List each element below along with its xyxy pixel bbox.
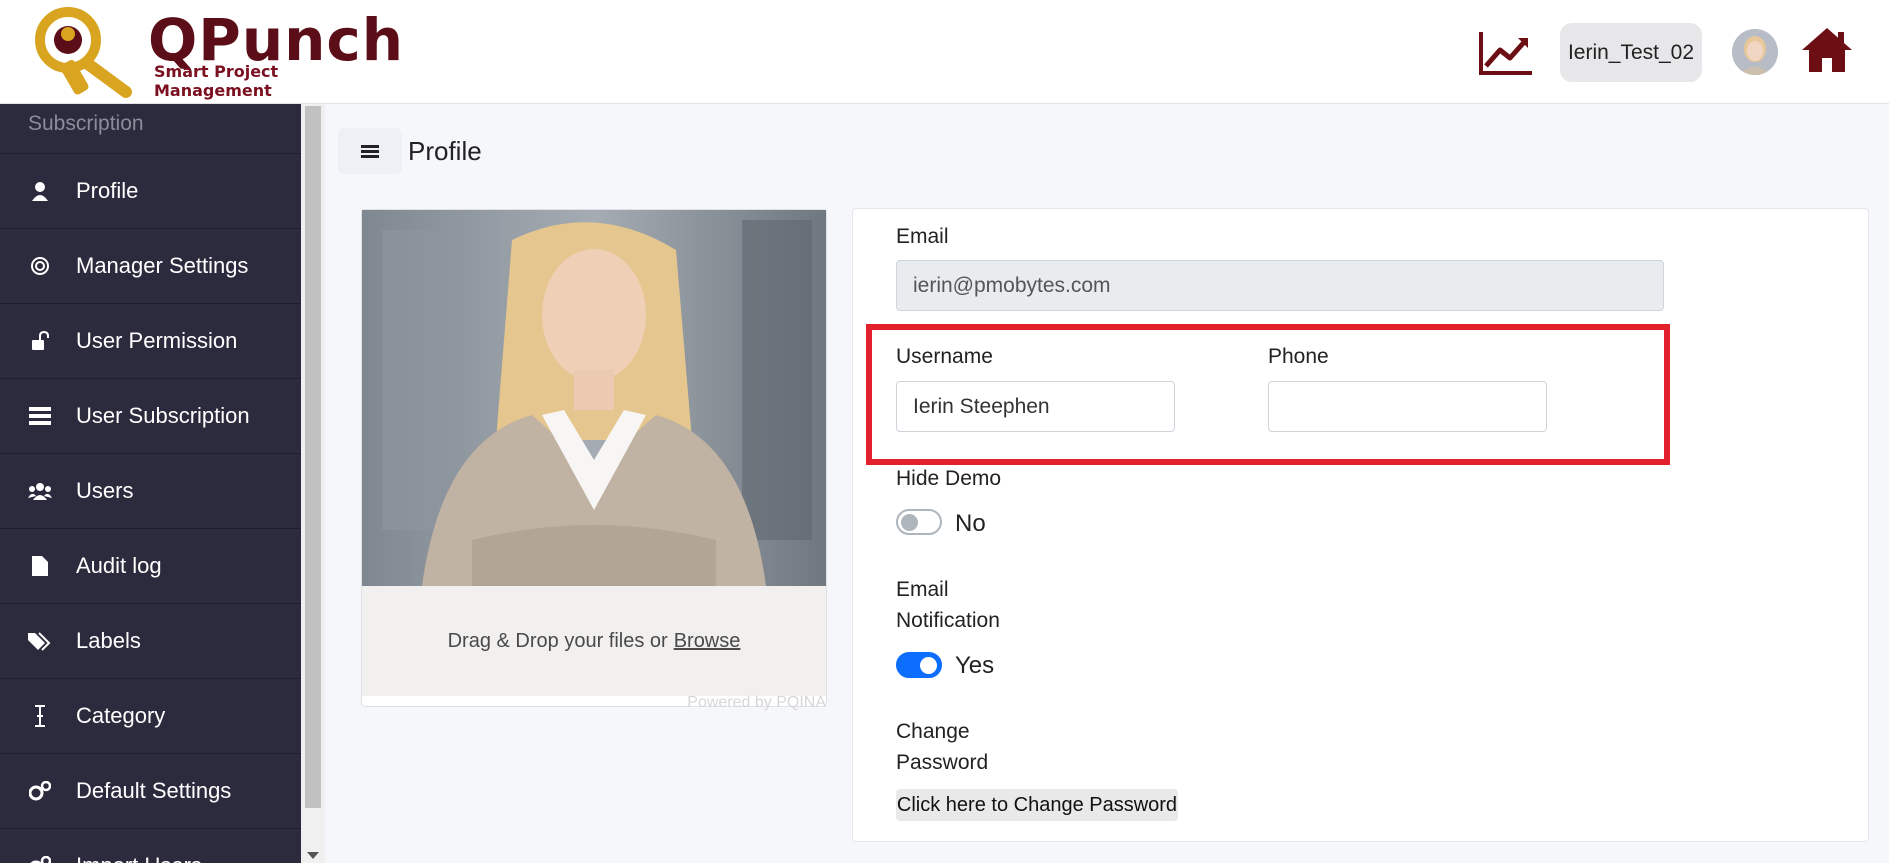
- sidebar-item-manager-settings[interactable]: Manager Settings: [0, 228, 301, 303]
- sidebar-item-label: Default Settings: [76, 778, 232, 803]
- sidebar-item-label: User Permission: [76, 328, 238, 353]
- file-icon: [28, 554, 52, 578]
- drop-zone-text: Drag & Drop your files or: [447, 629, 668, 652]
- phone-label: Phone: [1268, 345, 1329, 368]
- unlock-icon: [28, 329, 52, 353]
- hamburger-icon: [361, 143, 379, 160]
- sidebar-item-label: Profile: [76, 178, 139, 203]
- profile-photo: [362, 210, 826, 586]
- hide-demo-label: Hide Demo: [896, 467, 1002, 490]
- email-notification-state: Yes: [955, 652, 995, 679]
- sidebar-item-label: Import Users: [76, 853, 202, 863]
- sidebar-item-profile[interactable]: Profile: [0, 153, 301, 228]
- sidebar: Subscription Profile Manager Settings Us…: [0, 104, 301, 863]
- avatar-image: [1732, 29, 1778, 75]
- username-label: Username: [896, 345, 993, 368]
- user-chip[interactable]: Ierin_Test_02: [1560, 23, 1702, 82]
- sidebar-item-users[interactable]: Users: [0, 453, 301, 528]
- sidebar-item-category[interactable]: Category: [0, 678, 301, 753]
- swirl-icon: [28, 254, 52, 278]
- sidebar-item-audit-log[interactable]: Audit log: [0, 528, 301, 603]
- sidebar-scrollbar[interactable]: [301, 104, 325, 863]
- sidebar-item-label: User Subscription: [76, 403, 250, 428]
- sidebar-item-user-subscription[interactable]: User Subscription: [0, 378, 301, 453]
- sidebar-item-labels[interactable]: Labels: [0, 603, 301, 678]
- avatar[interactable]: [1732, 29, 1778, 75]
- gears-icon: [28, 854, 52, 863]
- hide-demo-state: No: [955, 510, 986, 537]
- email-notification-label-line1: Email: [896, 578, 949, 601]
- phone-field[interactable]: [1268, 381, 1547, 432]
- change-password-label-line1: Change: [896, 720, 970, 743]
- change-password-button[interactable]: Click here to Change Password: [896, 789, 1178, 821]
- toggle-knob: [901, 514, 918, 531]
- profile-photo-card: Drag & Drop your files or Browse Powered…: [361, 209, 827, 711]
- scroll-down-arrow-icon[interactable]: [307, 852, 319, 859]
- browse-link[interactable]: Browse: [674, 630, 741, 653]
- sidebar-item-label: Users: [76, 478, 134, 503]
- sidebar-section-label: Subscription: [28, 112, 144, 135]
- sidebar-item-label: Audit log: [76, 553, 162, 578]
- trending-chart-icon[interactable]: [1478, 30, 1534, 76]
- user-icon: [28, 179, 52, 203]
- menu-toggle-button[interactable]: [338, 128, 402, 174]
- gears-icon: [28, 779, 52, 803]
- username-field[interactable]: Ierin Steephen: [896, 381, 1175, 432]
- scrollbar-thumb[interactable]: [305, 106, 321, 808]
- text-cursor-icon: [28, 704, 52, 728]
- powered-by-text[interactable]: Powered by PQINA: [687, 694, 826, 712]
- email-label: Email: [896, 225, 949, 248]
- users-icon: [28, 479, 52, 503]
- brand-logo[interactable]: QPunch Smart Project Management: [30, 6, 403, 100]
- change-password-label-line2: Password: [896, 751, 989, 774]
- file-drop-zone[interactable]: Drag & Drop your files or Browse: [362, 586, 826, 696]
- toggle-knob: [920, 657, 937, 674]
- tags-icon: [28, 629, 52, 653]
- hide-demo-toggle[interactable]: [896, 509, 942, 535]
- sidebar-item-default-settings[interactable]: Default Settings: [0, 753, 301, 828]
- list-icon: [28, 404, 52, 428]
- sidebar-item-user-permission[interactable]: User Permission: [0, 303, 301, 378]
- sidebar-item-import-users[interactable]: Import Users: [0, 828, 301, 863]
- logo-key-icon: [35, 7, 132, 98]
- home-icon[interactable]: [1800, 26, 1854, 74]
- sidebar-item-label: Category: [76, 703, 166, 728]
- sidebar-item-label: Labels: [76, 628, 141, 653]
- page-title: Profile: [408, 136, 482, 166]
- brand-tagline: Smart Project Management: [154, 62, 279, 100]
- email-notification-label-line2: Notification: [896, 609, 1000, 632]
- top-header: QPunch Smart Project Management Ierin_Te…: [0, 0, 1889, 104]
- email-field[interactable]: ierin@pmobytes.com: [896, 260, 1664, 311]
- sidebar-item-label: Manager Settings: [76, 253, 249, 278]
- email-notification-toggle[interactable]: [896, 652, 942, 678]
- profile-photo-image: [362, 210, 826, 586]
